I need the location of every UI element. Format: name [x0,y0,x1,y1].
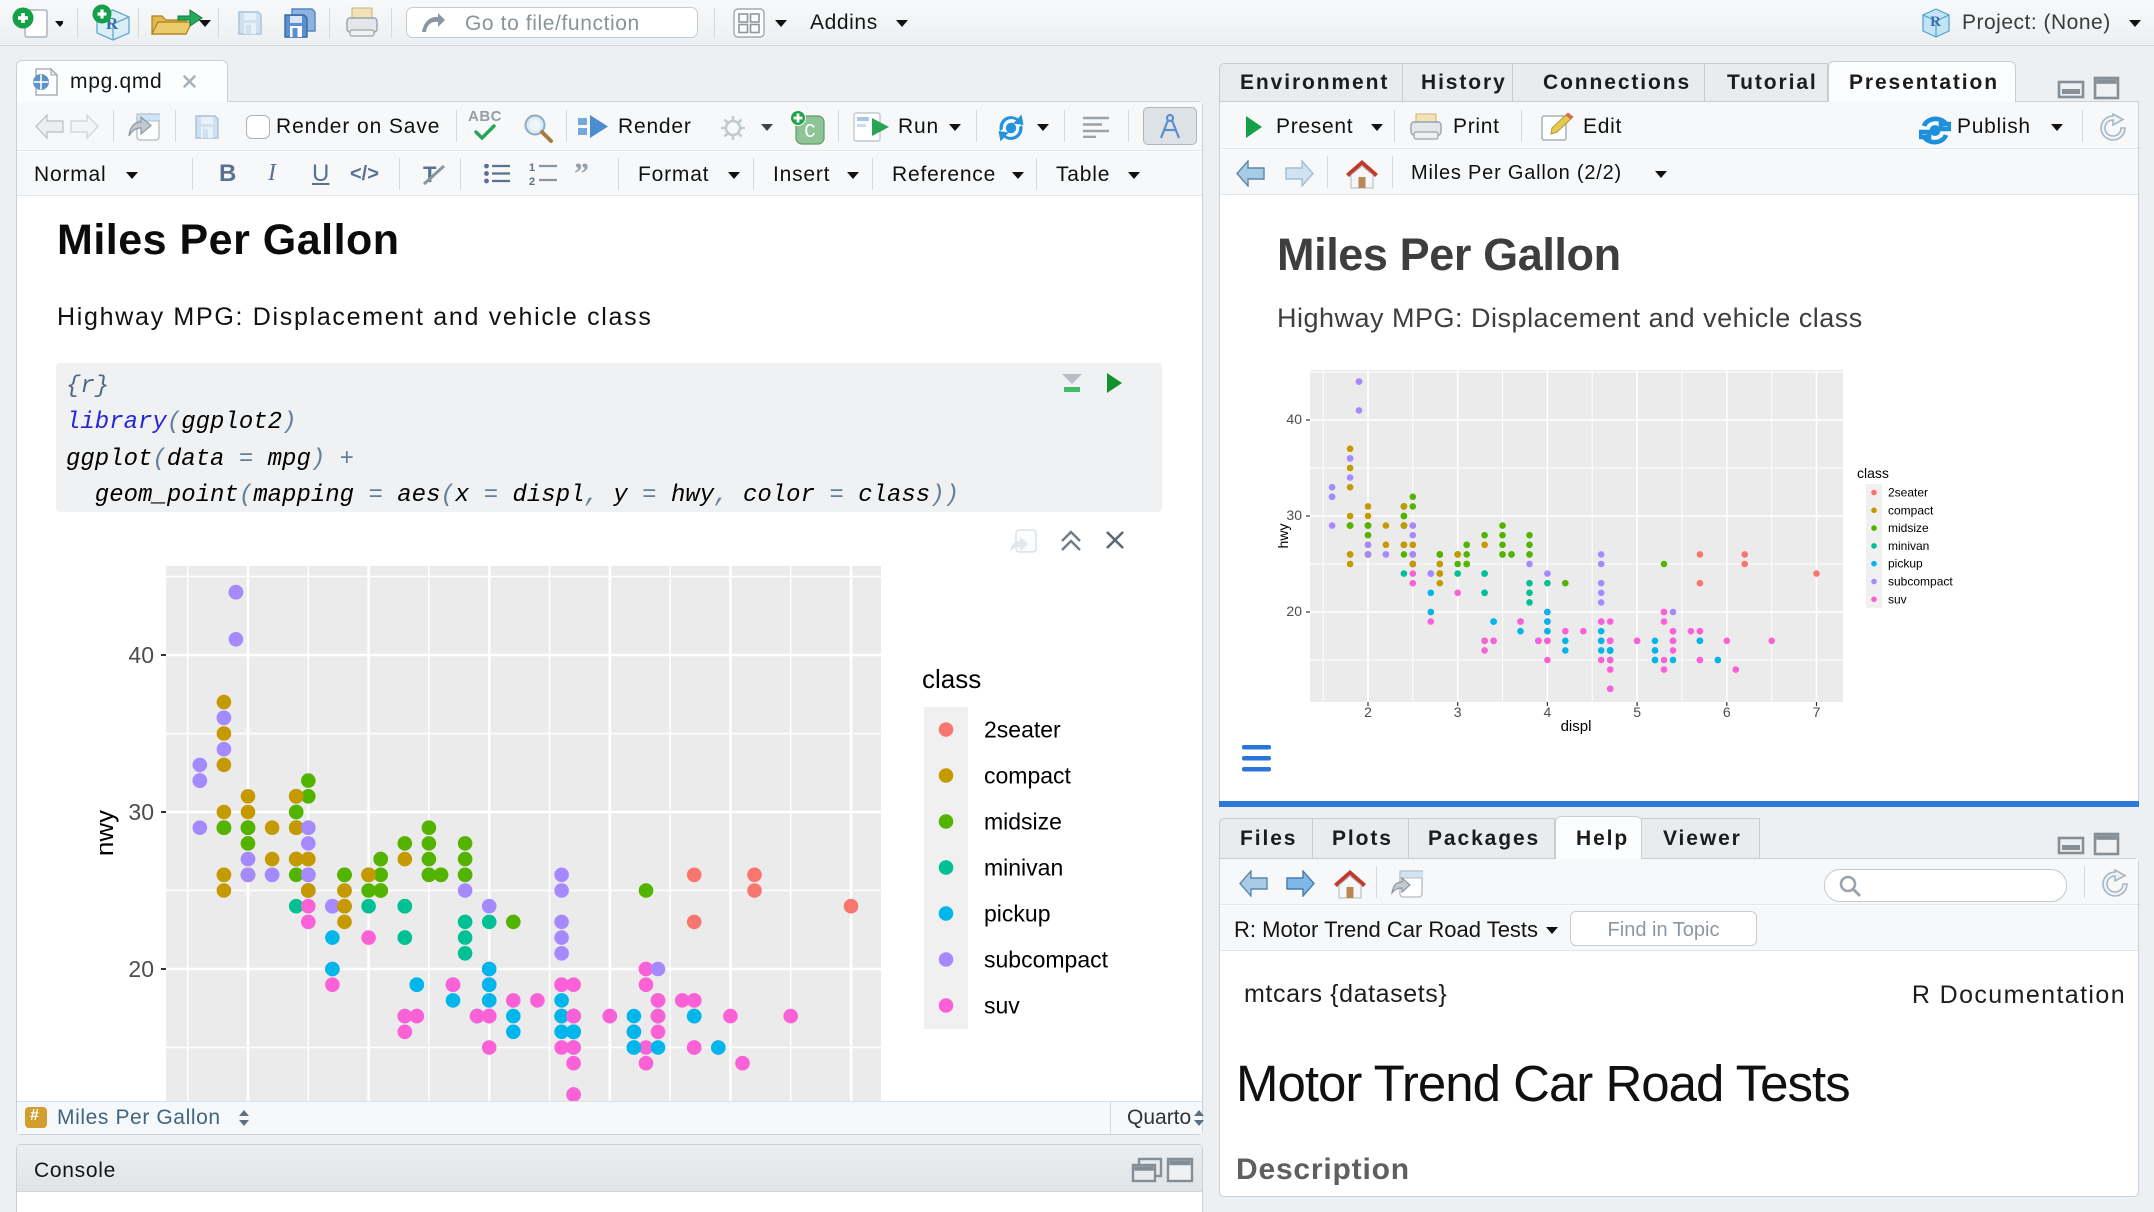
svg-text:2: 2 [529,176,535,187]
svg-text:20: 20 [128,956,154,982]
svg-text:class: class [922,664,981,694]
svg-text:minivan: minivan [984,855,1063,881]
svg-text:2seater: 2seater [1888,486,1928,500]
svg-text:6: 6 [1723,704,1731,720]
svg-text:2: 2 [1364,704,1372,720]
svg-text:5: 5 [1633,704,1641,720]
svg-text:suv: suv [984,993,1020,1019]
svg-text:class: class [1857,465,1889,481]
svg-text:compact: compact [984,763,1072,789]
svg-text:40: 40 [128,642,154,668]
svg-text:midsize: midsize [1888,521,1929,535]
svg-text:pickup: pickup [984,901,1050,927]
svg-text:40: 40 [1286,411,1302,427]
svg-text:20: 20 [1286,603,1302,619]
svg-text:2seater: 2seater [984,717,1061,743]
svg-text:R: R [1930,14,1941,30]
svg-text:displ: displ [1561,718,1592,735]
svg-text:hwy: hwy [1275,524,1291,549]
svg-text:30: 30 [128,799,154,825]
svg-text:1: 1 [529,162,535,174]
svg-text:30: 30 [1286,507,1302,523]
svg-text:minivan: minivan [1888,539,1929,553]
svg-text:suv: suv [1888,592,1907,606]
svg-text:C: C [804,121,815,143]
svg-text:hwy: hwy [100,810,119,856]
svg-text:7: 7 [1813,704,1821,720]
svg-text:midsize: midsize [984,809,1062,835]
svg-text:4: 4 [1544,704,1552,720]
svg-text:compact: compact [1888,503,1934,517]
svg-text:subcompact: subcompact [984,947,1109,973]
svg-text:pickup: pickup [1888,557,1923,571]
svg-text:subcompact: subcompact [1888,575,1953,589]
svg-text:3: 3 [1454,704,1462,720]
